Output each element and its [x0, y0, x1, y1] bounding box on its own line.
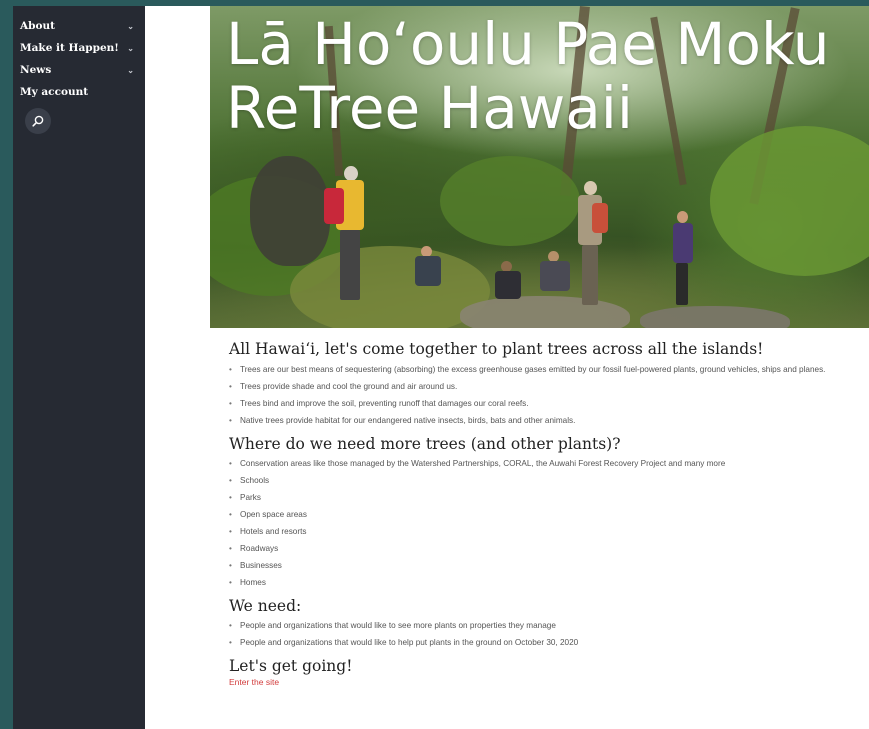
chevron-down-icon: ⌄: [127, 43, 134, 53]
list-item: People and organizations that would like…: [229, 617, 869, 634]
list-item: Schools: [229, 472, 869, 489]
list-item: Trees are our best means of sequestering…: [229, 361, 869, 378]
list-item: People and organizations that would like…: [229, 634, 869, 651]
hero-title-line-1: Lā Ho‘oulu Pae Moku: [226, 10, 830, 78]
search-icon: [32, 115, 44, 127]
list-item: Open space areas: [229, 506, 869, 523]
chevron-down-icon: ⌄: [127, 21, 134, 31]
page-title: Lā Ho‘oulu Pae Moku ReTree Hawaii: [226, 12, 830, 140]
sidebar-item-my-account[interactable]: My account: [20, 82, 134, 102]
sidebar: About ⌄ Make it Happen! ⌄ News ⌄ My acco…: [13, 6, 145, 729]
need-list: People and organizations that would like…: [229, 617, 869, 651]
sidebar-item-label: News: [20, 64, 52, 76]
sidebar-item-news[interactable]: News ⌄: [20, 60, 134, 80]
sidebar-item-make-it-happen[interactable]: Make it Happen! ⌄: [20, 38, 134, 58]
search-button[interactable]: [25, 108, 51, 134]
browser-viewport: About ⌄ Make it Happen! ⌄ News ⌄ My acco…: [13, 6, 869, 729]
enter-site-link[interactable]: Enter the site: [229, 677, 869, 687]
intro-list: Trees are our best means of sequestering…: [229, 361, 869, 429]
list-item: Hotels and resorts: [229, 523, 869, 540]
list-item: Homes: [229, 574, 869, 591]
list-item: Conservation areas like those managed by…: [229, 455, 869, 472]
sidebar-item-label: My account: [20, 86, 89, 98]
section-heading-intro: All Hawai‘i, let's come together to plan…: [229, 340, 764, 358]
section-heading-where: Where do we need more trees (and other p…: [229, 435, 621, 453]
sidebar-item-label: About: [20, 20, 55, 32]
where-list: Conservation areas like those managed by…: [229, 455, 869, 591]
hero-title-line-2: ReTree Hawaii: [226, 74, 634, 142]
list-item: Roadways: [229, 540, 869, 557]
list-item: Businesses: [229, 557, 869, 574]
section-heading-go: Let's get going!: [229, 657, 353, 675]
list-item: Trees provide shade and cool the ground …: [229, 378, 869, 395]
hero-banner: Lā Ho‘oulu Pae Moku ReTree Hawaii: [210, 6, 869, 328]
main-content: All Hawai‘i, let's come together to plan…: [229, 340, 869, 687]
section-heading-need: We need:: [229, 597, 302, 615]
sidebar-item-about[interactable]: About ⌄: [20, 16, 134, 36]
list-item: Parks: [229, 489, 869, 506]
list-item: Trees bind and improve the soil, prevent…: [229, 395, 869, 412]
sidebar-item-label: Make it Happen!: [20, 42, 119, 54]
chevron-down-icon: ⌄: [127, 65, 134, 75]
list-item: Native trees provide habitat for our end…: [229, 412, 869, 429]
